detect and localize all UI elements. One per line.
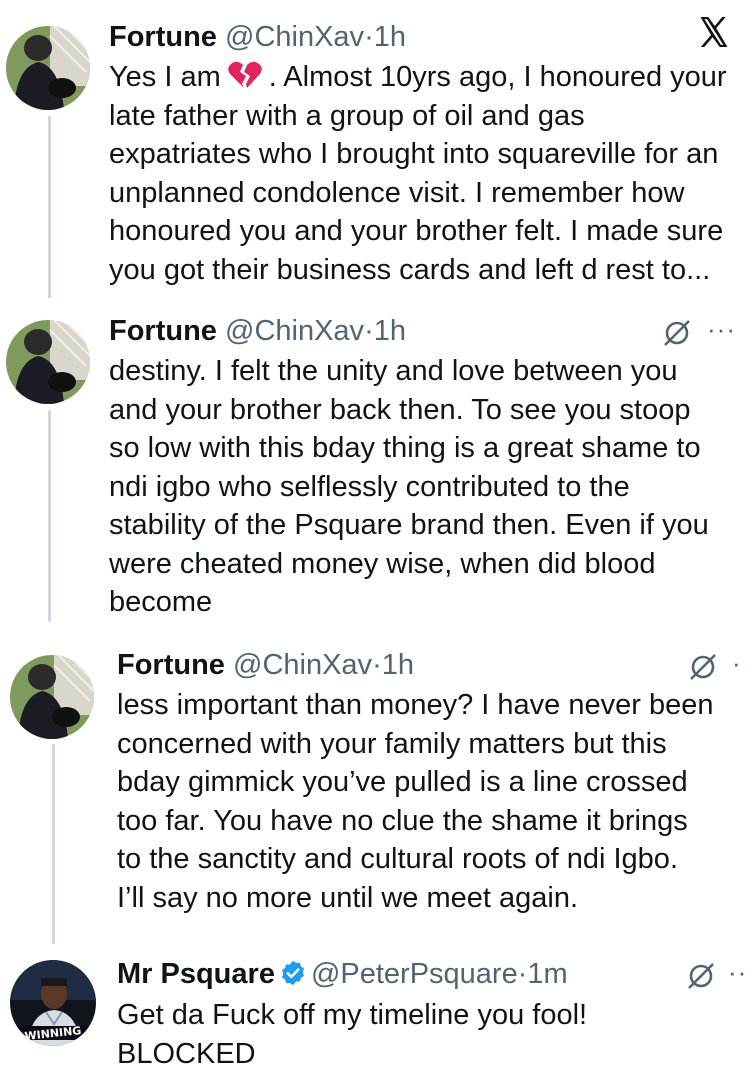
display-name[interactable]: Fortune [109, 21, 217, 53]
avatar[interactable] [10, 655, 94, 739]
grok-icon[interactable] [688, 652, 718, 682]
separator-dot: · [372, 649, 382, 681]
avatar-photo-icon [6, 26, 90, 110]
text-line: unplanned condolence visit. I remember h… [109, 176, 685, 209]
text-line: ndi igbo who selflessly contributed to t… [109, 470, 630, 503]
timestamp[interactable]: 1h [374, 21, 406, 53]
x-logo-icon[interactable] [696, 14, 732, 50]
display-name[interactable]: Fortune [109, 315, 217, 347]
tweet-header: Fortune @ChinXav·1h [109, 314, 406, 348]
text-line: honoured you and your brother felt. I ma… [109, 215, 724, 247]
text-line: stability of the Psquare brand then. Eve… [109, 509, 709, 541]
text-line: become [109, 586, 213, 618]
avatar[interactable] [6, 320, 90, 404]
separator-dot: · [364, 315, 374, 347]
display-name[interactable]: Mr Psquare [117, 958, 275, 990]
user-handle[interactable]: @PeterPsquare [311, 958, 518, 990]
timestamp[interactable]: 1m [527, 958, 567, 990]
tweet-text: Get da Fuck off my timeline you fool! BL… [117, 996, 587, 1073]
tweet-text: destiny. I felt the unity and love betwe… [109, 352, 709, 622]
text-line: BLOCKED [117, 1037, 256, 1070]
text-line: concerned with your family matters but t… [117, 727, 667, 760]
text-line: late father with a group of oil and gas [109, 99, 585, 132]
text-line: bday gimmick you’ve pulled is a line cro… [117, 766, 688, 798]
separator-dot: · [364, 21, 374, 53]
text-line: too far. You have no clue the shame it b… [117, 804, 688, 837]
grok-icon[interactable] [686, 961, 716, 991]
tweet-text: less important than money? I have never … [117, 686, 713, 917]
display-name[interactable]: Fortune [117, 649, 225, 681]
thread-line [48, 410, 51, 622]
text-line: you got their business cards and left d … [109, 253, 711, 286]
tweet-header: Fortune @ChinXav·1h [117, 648, 414, 682]
grok-icon[interactable] [662, 318, 692, 348]
timestamp[interactable]: 1h [374, 315, 406, 347]
avatar[interactable] [6, 26, 90, 110]
user-handle[interactable]: @ChinXav [233, 649, 372, 681]
thread-line [48, 116, 51, 298]
tweet-text: Yes I am. Almost 10yrs ago, I honoured y… [109, 58, 727, 289]
avatar-photo-icon [10, 655, 94, 739]
text-line: I’ll say no more until we meet again. [117, 881, 578, 914]
tweet-header: Mr Psquare @PeterPsquare·1m [117, 957, 568, 991]
broken-heart-icon [228, 61, 262, 88]
tweet-header: Fortune @ChinXav·1h [109, 20, 406, 54]
text-line: Yes I am. Almost 10yrs ago, I honoured y… [109, 61, 727, 93]
text-line: expatriates who I brought into squarevil… [109, 138, 719, 170]
text-line: and your brother back then. To see you s… [109, 393, 691, 426]
text-line: less important than money? I have never … [117, 689, 714, 721]
avatar-photo-icon: WINNING [10, 960, 96, 1046]
more-options-icon[interactable]: ·· [728, 957, 746, 988]
user-handle[interactable]: @ChinXav [225, 315, 364, 347]
avatar[interactable]: WINNING [10, 960, 96, 1046]
more-options-icon[interactable]: · [732, 648, 742, 679]
text-line: to the sanctity and cultural roots of nd… [117, 843, 678, 875]
user-handle[interactable]: @ChinXav [225, 21, 364, 53]
verified-badge-icon [281, 960, 304, 986]
timestamp[interactable]: 1h [382, 649, 414, 681]
avatar-photo-icon [6, 320, 90, 404]
text-line: destiny. I felt the unity and love betwe… [109, 355, 678, 387]
text-line: so low with this bday thing is a great s… [109, 432, 701, 464]
separator-dot: · [517, 958, 528, 990]
more-options-icon[interactable]: ··· [707, 314, 736, 345]
thread-line [52, 744, 55, 944]
text-line: were cheated money wise, when did blood [109, 547, 656, 580]
text-line: Get da Fuck off my timeline you fool! [117, 999, 588, 1031]
